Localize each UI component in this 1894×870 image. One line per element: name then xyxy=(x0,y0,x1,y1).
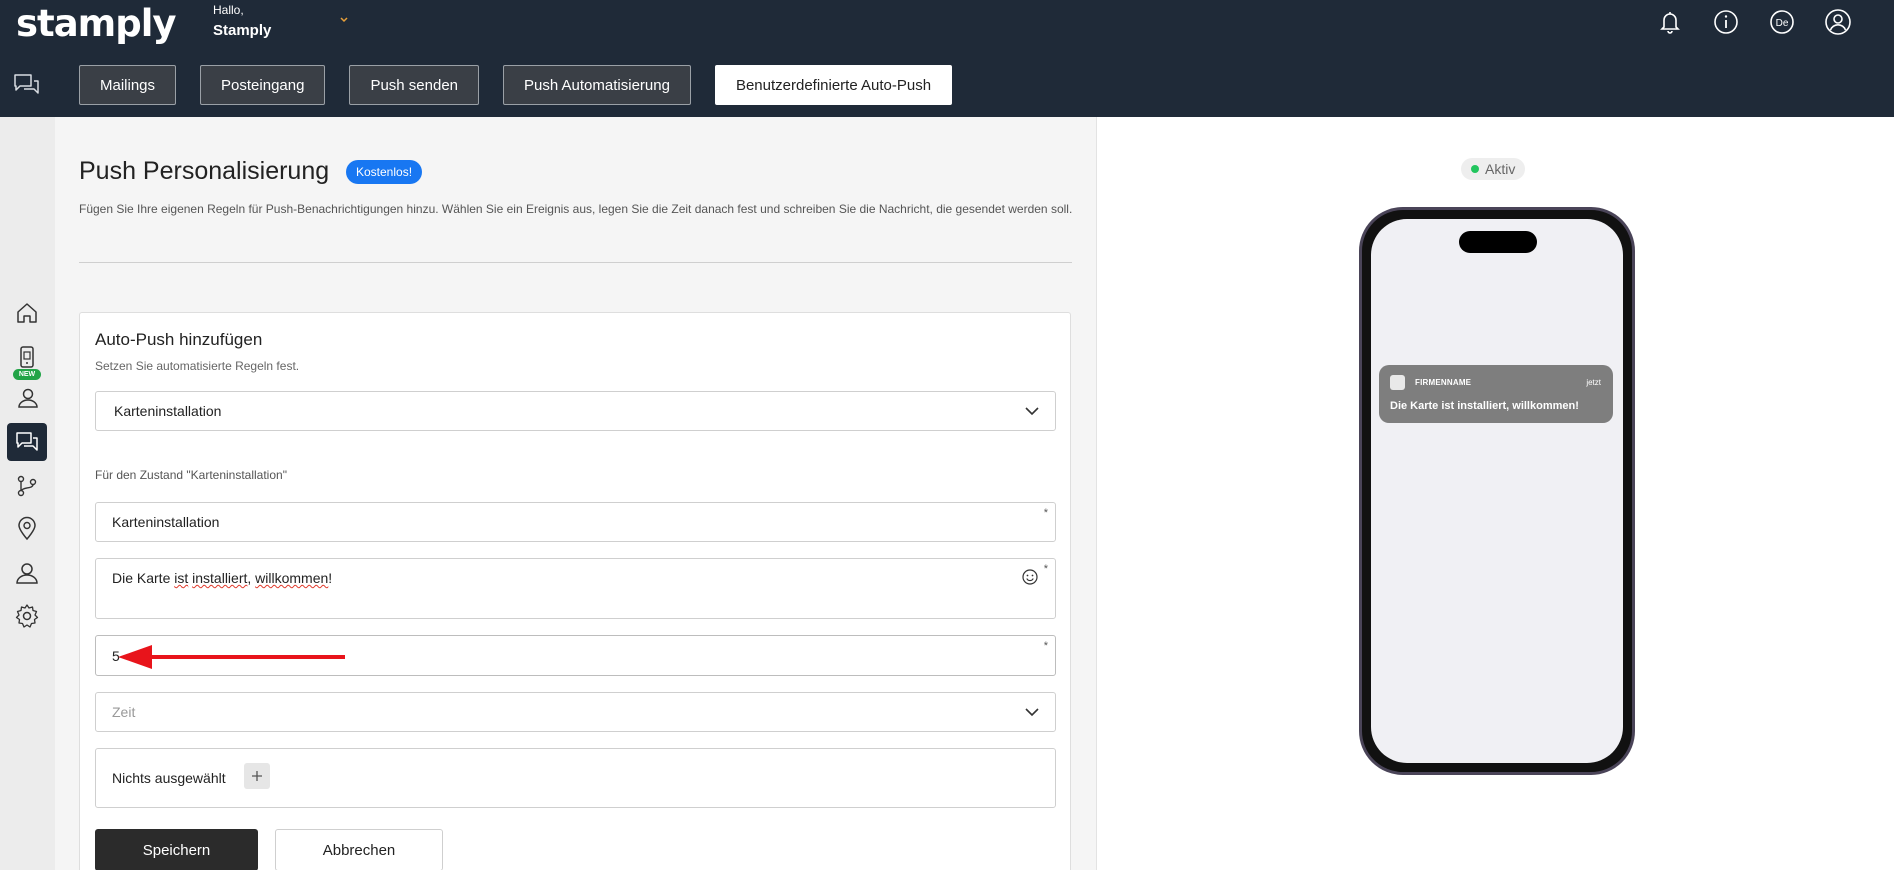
tab-push-automatisierung[interactable]: Push Automatisierung xyxy=(503,65,691,105)
phone-screen: FIRMENNAME jetzt Die Karte ist installie… xyxy=(1371,219,1623,763)
push-name-value: Karteninstallation xyxy=(112,514,220,530)
segment-selector[interactable]: Nichts ausgewählt xyxy=(95,748,1056,808)
segment-label: Nichts ausgewählt xyxy=(112,770,226,786)
required-mark: * xyxy=(1043,563,1048,575)
notification-message: Die Karte ist installiert, willkommen! xyxy=(1390,400,1579,412)
top-bar: stamply Hallo, Stamply De Mailings Poste… xyxy=(0,0,1894,117)
user-greeting[interactable]: Hallo, Stamply xyxy=(213,3,271,39)
tab-mailings[interactable]: Mailings xyxy=(79,65,177,105)
app-icon xyxy=(1390,375,1405,390)
time-unit-select[interactable]: Zeit xyxy=(95,692,1056,732)
info-icon[interactable] xyxy=(1710,8,1742,36)
tab-push-senden[interactable]: Push senden xyxy=(349,65,480,105)
account-icon[interactable] xyxy=(1822,8,1854,36)
chevron-down-icon xyxy=(1025,708,1039,717)
page-title: Push Personalisierung xyxy=(79,157,330,185)
required-mark: * xyxy=(1043,507,1048,519)
flow-icon[interactable] xyxy=(7,467,47,505)
notification-time: jetzt xyxy=(1586,378,1601,387)
chat-icon[interactable] xyxy=(7,423,47,461)
condition-label: Für den Zustand "Karteninstallation" xyxy=(95,468,287,482)
home-icon[interactable] xyxy=(7,294,47,332)
greeting-text: Hallo, xyxy=(213,3,244,17)
bell-icon[interactable] xyxy=(1654,8,1686,36)
tab-bar: Mailings Posteingang Push senden Push Au… xyxy=(79,65,976,105)
main-panel: Push Personalisierung Kostenlos! Fügen S… xyxy=(55,117,1096,870)
red-arrow-annotation xyxy=(118,645,345,669)
chevron-down-icon xyxy=(1025,407,1039,416)
status-text: Aktiv xyxy=(1485,161,1516,177)
user-name: Stamply xyxy=(213,22,272,39)
chevron-down-icon[interactable] xyxy=(336,12,352,28)
language-icon[interactable]: De xyxy=(1766,8,1798,36)
preview-panel: Aktiv FIRMENNAME jetzt Die Karte ist ins… xyxy=(1096,117,1894,870)
sidebar: NEW xyxy=(0,117,55,870)
push-notification-preview: FIRMENNAME jetzt Die Karte ist installie… xyxy=(1379,365,1613,423)
save-button[interactable]: Speichern xyxy=(95,829,258,870)
page-description: Fügen Sie Ihre eigenen Regeln für Push-B… xyxy=(79,202,1073,216)
auto-push-card: Auto-Push hinzufügen Setzen Sie automati… xyxy=(79,312,1071,870)
card-subtitle: Setzen Sie automatisierte Regeln fest. xyxy=(95,359,300,373)
emoji-icon[interactable] xyxy=(1021,568,1039,586)
status-dot xyxy=(1471,165,1479,173)
plus-icon xyxy=(252,771,262,781)
notification-app-name: FIRMENNAME xyxy=(1415,378,1472,387)
stamply-logo[interactable]: stamply xyxy=(16,2,177,45)
push-name-field[interactable]: Karteninstallation * xyxy=(95,502,1056,542)
message-textarea[interactable]: Die Karte ist installiert, willkommen! * xyxy=(95,558,1056,619)
event-select[interactable]: Karteninstallation xyxy=(95,391,1056,431)
status-badge: Aktiv xyxy=(1461,158,1526,180)
time-placeholder: Zeit xyxy=(112,704,136,720)
tab-benutzerdefinierte-auto-push[interactable]: Benutzerdefinierte Auto-Push xyxy=(714,65,953,105)
message-value: Die Karte ist installiert, willkommen! xyxy=(112,570,333,586)
chat-icon[interactable] xyxy=(12,71,42,99)
cancel-button[interactable]: Abbrechen xyxy=(275,829,443,870)
card-title: Auto-Push hinzufügen xyxy=(95,330,263,349)
event-select-value: Karteninstallation xyxy=(114,403,222,419)
tab-posteingang[interactable]: Posteingang xyxy=(200,65,326,105)
free-badge: Kostenlos! xyxy=(346,160,423,184)
add-segment-button[interactable] xyxy=(244,763,270,789)
customers-icon[interactable] xyxy=(7,379,47,417)
location-icon[interactable] xyxy=(7,510,47,548)
phone-mockup: FIRMENNAME jetzt Die Karte ist installie… xyxy=(1359,207,1635,775)
dynamic-island xyxy=(1459,231,1537,253)
required-mark: * xyxy=(1043,640,1048,652)
user-icon[interactable] xyxy=(7,554,47,592)
divider xyxy=(79,262,1072,263)
settings-icon[interactable] xyxy=(7,597,47,635)
language-badge-text: De xyxy=(1776,18,1789,29)
